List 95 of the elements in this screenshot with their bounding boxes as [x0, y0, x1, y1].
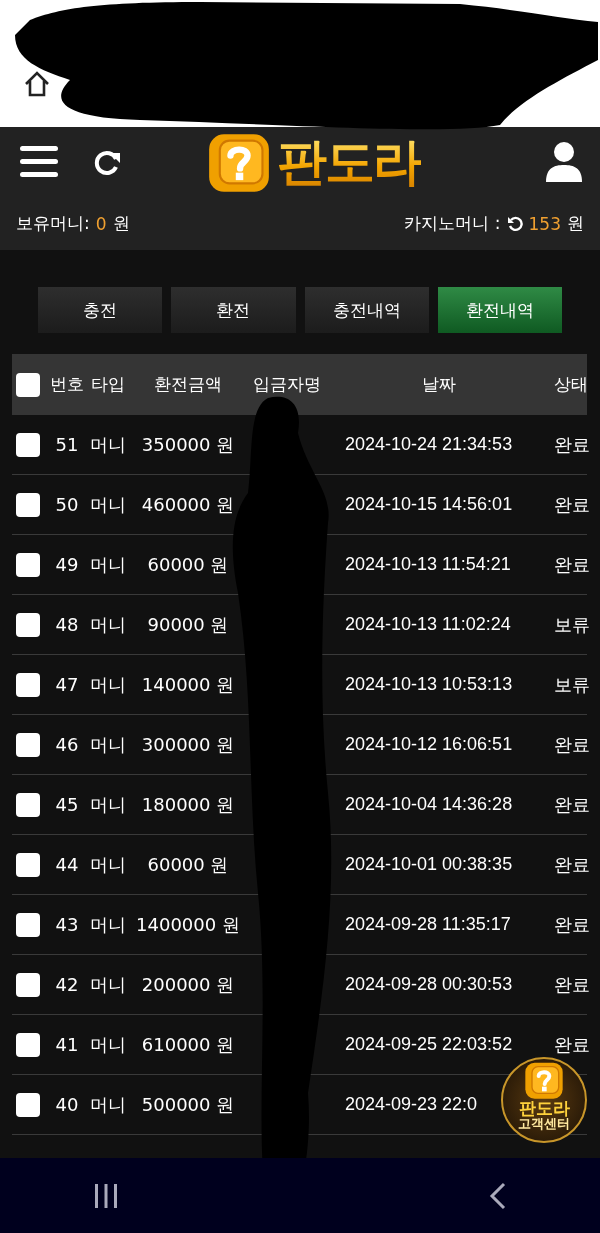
table-cell-text: 2024-10-12 16:06:51: [344, 734, 513, 755]
table-cell-text: 45: [54, 794, 80, 815]
table-cell-text: 41: [54, 1034, 80, 1055]
table-cell-text: 60000 원: [146, 552, 230, 577]
table-cell-text: 180000 원: [140, 792, 236, 817]
row-checkbox[interactable]: [16, 612, 40, 637]
table-cell: 완료: [554, 792, 590, 817]
back-icon[interactable]: [489, 1181, 508, 1210]
table-cell-text: 1400000 원: [135, 912, 241, 937]
table-cell: 완료: [554, 732, 590, 757]
row-checkbox[interactable]: [16, 732, 40, 757]
casino-money-value: 153: [528, 213, 561, 234]
table-cell: 완료: [554, 912, 590, 937]
table-cell-text: 90000 원: [146, 612, 230, 637]
table-cell-text: 300000 원: [140, 732, 236, 757]
table-cell-text: 2024-10-24 21:34:53: [344, 434, 513, 455]
table-cell-text: 42: [54, 974, 80, 995]
table-cell-text: 43: [54, 914, 80, 935]
table-cell: 머니: [90, 552, 126, 577]
column-header: 날짜: [421, 373, 457, 396]
tab[interactable]: 환전내역: [437, 287, 562, 333]
row-checkbox[interactable]: [16, 1092, 40, 1117]
table-cell-text: 2024-10-13 11:54:21: [344, 554, 511, 575]
holding-money-label: 보유머니:: [16, 212, 90, 235]
table-cell: 완료: [554, 432, 590, 457]
customer-center-badge[interactable]: 판도라 고객센터: [501, 1057, 587, 1143]
table-cell: 머니: [90, 732, 126, 757]
table-cell-text: 60000 원: [146, 852, 230, 877]
table-cell: 머니: [90, 1032, 126, 1057]
table-cell: 머니: [90, 792, 126, 817]
user-icon[interactable]: [546, 142, 582, 182]
recent-apps-icon[interactable]: [92, 1182, 119, 1209]
table-cell: 완료: [554, 1032, 590, 1057]
table-cell-text: 46: [54, 734, 80, 755]
row-checkbox[interactable]: [16, 972, 40, 997]
tab[interactable]: 충전내역: [304, 287, 429, 333]
table-cell-text: 200000 원: [140, 972, 236, 997]
table-cell: 완료: [554, 852, 590, 877]
row-checkbox[interactable]: [16, 1032, 40, 1057]
table-cell-text: 2024-09-28 11:35:17: [344, 914, 511, 935]
menu-icon[interactable]: [20, 146, 58, 178]
table-cell-text: 610000 원: [140, 1032, 236, 1057]
table-cell-text: 2024-10-13 10:53:13: [344, 674, 513, 695]
table-cell: 완료: [554, 492, 590, 517]
casino-money-label: 카지노머니 :: [404, 212, 501, 235]
table-cell-text: 2024-10-04 14:36:28: [344, 794, 513, 815]
table-cell: 머니: [90, 1092, 126, 1117]
table-cell-text: 47: [54, 674, 80, 695]
table-cell-text: 350000 원: [140, 432, 236, 457]
table-cell: 보류: [554, 612, 590, 637]
row-checkbox[interactable]: [16, 792, 40, 817]
row-checkbox[interactable]: [16, 492, 40, 517]
table-cell: 머니: [90, 432, 126, 457]
table-cell: 보류: [554, 672, 590, 697]
table-cell: 머니: [90, 912, 126, 937]
table-cell-text: 140000 원: [140, 672, 236, 697]
table-cell-text: 2024-10-13 11:02:24: [344, 614, 511, 635]
row-checkbox[interactable]: [16, 432, 40, 457]
tab[interactable]: 충전: [38, 287, 163, 333]
select-all-checkbox[interactable]: [16, 372, 40, 397]
table-cell-text: 48: [54, 614, 80, 635]
table-cell-text: 2024-10-15 14:56:01: [344, 494, 513, 515]
table-cell-text: 2024-09-28 00:30:53: [344, 974, 513, 995]
table-cell-text: 49: [54, 554, 80, 575]
column-header: 상태: [554, 373, 588, 396]
table-cell-text: 44: [54, 854, 80, 875]
holding-money-value: 0: [95, 213, 107, 234]
table-cell-text: 460000 원: [140, 492, 236, 517]
table-cell-text: 2024-10-01 00:38:35: [344, 854, 513, 875]
table-cell: 머니: [90, 672, 126, 697]
logo-text: 판도라: [277, 137, 421, 187]
column-header: 입금자명: [252, 373, 322, 396]
row-checkbox[interactable]: [16, 852, 40, 877]
table-cell: 머니: [90, 852, 126, 877]
table-cell: 머니: [90, 612, 126, 637]
table-cell-text: 50: [54, 494, 80, 515]
row-checkbox[interactable]: [16, 672, 40, 697]
table-cell-text: 51: [54, 434, 80, 455]
column-header: 타입: [90, 373, 126, 396]
table-cell-text: 2024-09-25 22:03:52: [344, 1034, 513, 1055]
column-header: 번호: [49, 373, 85, 396]
row-checkbox[interactable]: [16, 552, 40, 577]
refresh-icon[interactable]: [506, 215, 523, 232]
table-cell: 머니: [90, 972, 126, 997]
currency-unit: 원: [567, 212, 584, 235]
column-header: 환전금액: [153, 373, 223, 396]
table-cell: 완료: [554, 552, 590, 577]
currency-unit: 원: [112, 212, 130, 235]
table-cell-text: 500000 원: [140, 1092, 236, 1117]
table-cell-text: 40: [54, 1094, 80, 1115]
table-cell: 완료: [554, 972, 590, 997]
table-cell-text: 2024-09-23 22:0: [344, 1094, 478, 1115]
table-cell: 머니: [90, 492, 126, 517]
row-checkbox[interactable]: [16, 912, 40, 937]
tab[interactable]: 환전: [171, 287, 296, 333]
